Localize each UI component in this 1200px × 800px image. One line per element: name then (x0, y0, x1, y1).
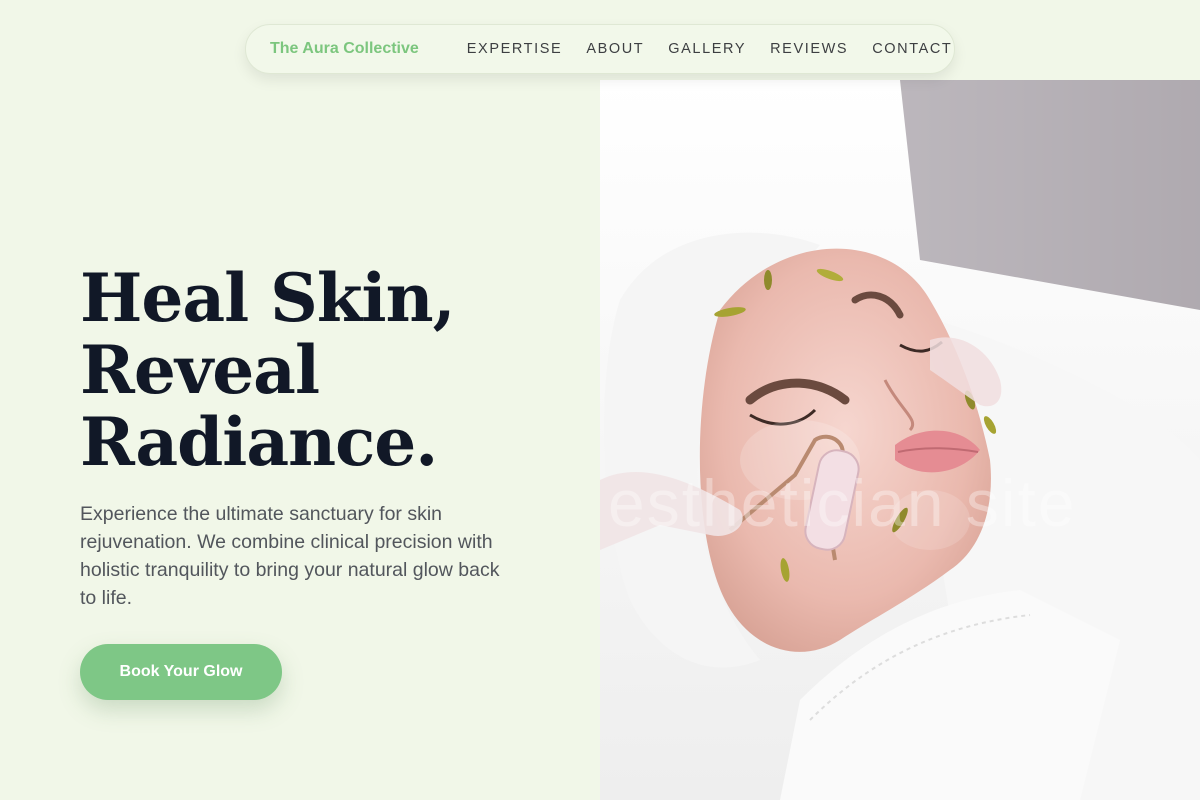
nav-link-expertise[interactable]: EXPERTISE (467, 41, 563, 57)
nav-link-about[interactable]: ABOUT (586, 41, 644, 57)
hero-title-line-2: Reveal (80, 331, 320, 409)
nav-link-gallery[interactable]: GALLERY (668, 41, 746, 57)
hero-description: Experience the ultimate sanctuary for sk… (80, 503, 500, 609)
nav-link-reviews[interactable]: REVIEWS (770, 41, 848, 57)
hero-title: Heal Skin, Reveal Radiance. (80, 262, 580, 478)
hero-title-line-1: Heal Skin, (80, 259, 456, 337)
hero-image-facial-treatment: esthetician site (600, 80, 1200, 800)
brand-logo[interactable]: The Aura Collective (270, 40, 419, 58)
hero-title-line-3: Radiance. (80, 403, 438, 481)
nav-link-contact[interactable]: CONTACT (872, 41, 952, 57)
top-nav: The Aura Collective EXPERTISE ABOUT GALL… (245, 24, 955, 74)
facial-treatment-illustration (600, 80, 1200, 800)
nav-links: EXPERTISE ABOUT GALLERY REVIEWS CONTACT (467, 41, 953, 57)
book-your-glow-button[interactable]: Book Your Glow (80, 644, 282, 700)
